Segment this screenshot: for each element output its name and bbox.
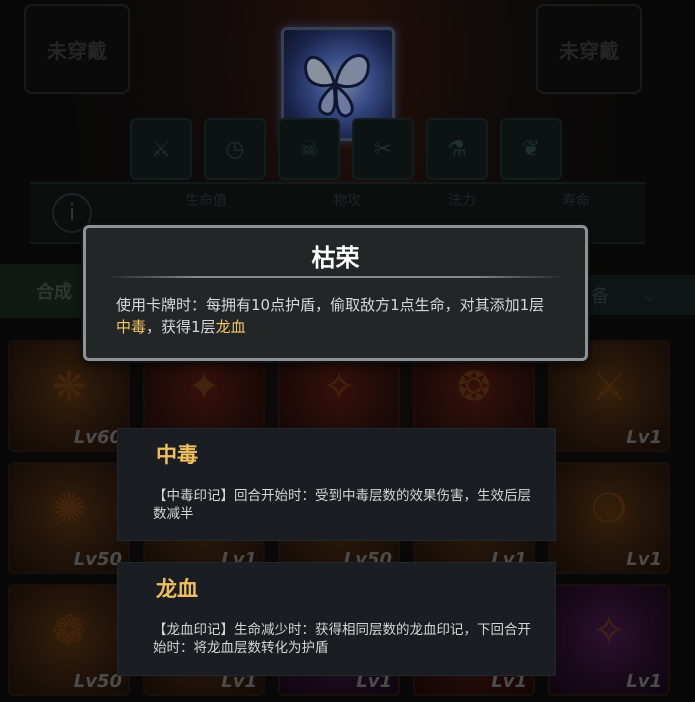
keyword-panel-dragonblood: 龙血 【龙血印记】生命减少时：获得相同层数的龙血印记，下回合开始时：将龙血层数转… <box>117 562 556 676</box>
keyword-panel-poison: 中毒 【中毒印记】回合开始时：受到中毒层数的效果伤害，生效后层数减半 <box>117 428 556 541</box>
card-tooltip: 枯荣 使用卡牌时：每拥有10点护盾，偷取敌方1点生命，对其添加1层中毒，获得1层… <box>83 225 588 361</box>
keyword-name: 中毒 <box>156 443 198 467</box>
tooltip-desc-part2: ，获得1层 <box>146 318 216 336</box>
keyword-name: 龙血 <box>156 577 198 601</box>
tooltip-desc-part1: 使用卡牌时：每拥有10点护盾，偷取敌方1点生命，对其添加1层 <box>116 296 545 314</box>
tooltip-description: 使用卡牌时：每拥有10点护盾，偷取敌方1点生命，对其添加1层中毒，获得1层龙血 <box>116 294 559 338</box>
keyword-description: 【龙血印记】生命减少时：获得相同层数的龙血印记，下回合开始时：将龙血层数转化为护… <box>153 622 531 656</box>
tooltip-divider <box>106 276 565 278</box>
tooltip-title: 枯荣 <box>311 244 360 272</box>
keyword-description: 【中毒印记】回合开始时：受到中毒层数的效果伤害，生效后层数减半 <box>153 488 531 522</box>
tooltip-keyword-dragonblood[interactable]: 龙血 <box>216 318 246 336</box>
tooltip-keyword-poison[interactable]: 中毒 <box>116 318 146 336</box>
